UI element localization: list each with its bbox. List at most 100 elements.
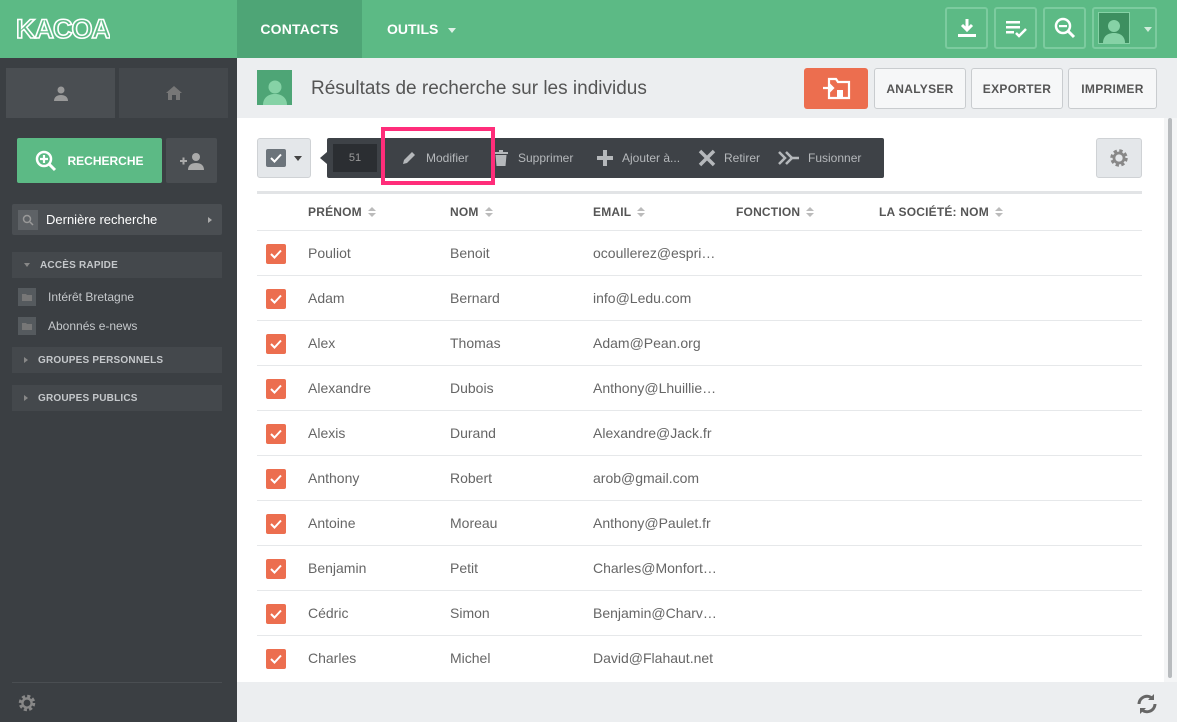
row-checkbox[interactable] bbox=[266, 244, 286, 264]
derniere-recherche[interactable]: Dernière recherche bbox=[12, 204, 222, 235]
cell-prenom: Benjamin bbox=[308, 560, 367, 576]
table-row[interactable]: Alexandre Dubois Anthony@Lhuillier.fr bbox=[257, 365, 1142, 410]
column-header-label: FONCTION bbox=[736, 205, 801, 219]
row-checkbox[interactable] bbox=[266, 379, 286, 399]
move-to-folder-button[interactable] bbox=[804, 68, 868, 109]
checkmark-icon bbox=[270, 519, 282, 529]
nav-contacts[interactable]: CONTACTS bbox=[237, 0, 362, 58]
table-row[interactable]: Alex Thomas Adam@Pean.org bbox=[257, 320, 1142, 365]
cell-nom: Dubois bbox=[450, 380, 494, 396]
cell-email: Benjamin@Charvet.fr bbox=[593, 605, 717, 621]
sort-icon bbox=[637, 207, 646, 217]
cell-prenom: Alex bbox=[308, 335, 336, 351]
chevron-down-icon bbox=[294, 155, 302, 161]
close-icon bbox=[698, 149, 716, 167]
row-checkbox[interactable] bbox=[266, 604, 286, 624]
gear-icon[interactable] bbox=[16, 692, 38, 714]
home-icon bbox=[165, 86, 182, 100]
sort-icon bbox=[806, 207, 815, 217]
checkmark-icon bbox=[270, 339, 282, 349]
column-header-label: PRÉNOM bbox=[308, 205, 362, 219]
row-checkbox[interactable] bbox=[266, 514, 286, 534]
imprimer-button[interactable]: IMPRIMER bbox=[1068, 68, 1157, 109]
column-header-nom[interactable]: NOM bbox=[450, 205, 493, 219]
supprimer-label: Supprimer bbox=[518, 151, 574, 165]
merge-icon bbox=[778, 151, 799, 165]
user-menu-button[interactable] bbox=[1092, 7, 1157, 49]
column-header-societe[interactable]: LA SOCIÉTÉ: NOM bbox=[879, 205, 1003, 219]
row-checkbox[interactable] bbox=[266, 424, 286, 444]
row-checkbox[interactable] bbox=[266, 559, 286, 579]
scrollbar-thumb[interactable] bbox=[1168, 118, 1172, 678]
cell-nom: Durand bbox=[450, 425, 496, 441]
section-groupes-publics[interactable]: GROUPES PUBLICS bbox=[12, 385, 222, 411]
ajouter-action[interactable]: Ajouter à... bbox=[596, 138, 680, 178]
table-row[interactable]: Antoine Moreau Anthony@Paulet.fr bbox=[257, 500, 1142, 545]
recherche-button[interactable]: RECHERCHE bbox=[17, 138, 162, 183]
sort-icon bbox=[484, 207, 493, 217]
fusionner-action[interactable]: Fusionner bbox=[778, 138, 861, 178]
logo-text: KACOA bbox=[16, 14, 110, 42]
chevron-right-icon bbox=[208, 217, 212, 223]
table-row[interactable]: Pouliot Benoit ocoullerez@esprit.org bbox=[257, 230, 1142, 275]
cell-prenom: Alexandre bbox=[308, 380, 372, 396]
cell-prenom: Alexis bbox=[308, 425, 346, 441]
checkmark-icon bbox=[270, 654, 282, 664]
select-all-dropdown[interactable] bbox=[257, 138, 311, 178]
zoom-search-button[interactable] bbox=[1043, 7, 1086, 49]
section-groupes-personnels[interactable]: GROUPES PERSONNELS bbox=[12, 347, 222, 373]
analyser-button[interactable]: ANALYSER bbox=[874, 68, 966, 109]
table-row[interactable]: Charles Michel David@Flahaut.net bbox=[257, 635, 1142, 680]
table-row[interactable]: Benjamin Petit Charles@Monfort.com bbox=[257, 545, 1142, 590]
cell-nom: Thomas bbox=[450, 335, 501, 351]
sidebar: RECHERCHE Dernière recherche ACCÈS RAPID… bbox=[0, 58, 237, 722]
exporter-button[interactable]: EXPORTER bbox=[971, 68, 1063, 109]
row-checkbox[interactable] bbox=[266, 334, 286, 354]
supprimer-action[interactable]: Supprimer bbox=[492, 138, 573, 178]
folder-icon bbox=[18, 317, 36, 335]
add-person-button[interactable] bbox=[166, 138, 217, 183]
cell-email: arob@gmail.com bbox=[593, 470, 700, 486]
nav-outils[interactable]: OUTILS bbox=[387, 0, 457, 58]
section-groupes-personnels-label: GROUPES PERSONNELS bbox=[38, 354, 164, 366]
table-settings-button[interactable] bbox=[1096, 138, 1142, 178]
tab-organisations[interactable] bbox=[119, 68, 228, 118]
column-header-label: EMAIL bbox=[593, 205, 632, 219]
checkmark-icon bbox=[270, 429, 282, 439]
table-row[interactable]: Anthony Robert arob@gmail.com bbox=[257, 455, 1142, 500]
refresh-icon[interactable] bbox=[1135, 692, 1159, 716]
derniere-recherche-label: Dernière recherche bbox=[46, 212, 158, 227]
row-checkbox[interactable] bbox=[266, 649, 286, 669]
add-person-icon bbox=[179, 152, 204, 170]
table-header-divider bbox=[257, 191, 1142, 194]
cell-prenom: Charles bbox=[308, 650, 357, 666]
row-checkbox[interactable] bbox=[266, 289, 286, 309]
cell-nom: Moreau bbox=[450, 515, 498, 531]
column-header-prenom[interactable]: PRÉNOM bbox=[308, 205, 376, 219]
tab-individuals[interactable] bbox=[6, 68, 115, 118]
cell-email: Anthony@Lhuillier.fr bbox=[593, 380, 717, 396]
quick-item-label: Abonnés e-news bbox=[48, 319, 138, 333]
quick-item-interet-bretagne[interactable]: Intérêt Bretagne bbox=[18, 287, 134, 307]
table-row[interactable]: Adam Bernard info@Ledu.com bbox=[257, 275, 1142, 320]
chevron-right-icon bbox=[24, 357, 28, 363]
quick-item-abonnes-enews[interactable]: Abonnés e-news bbox=[18, 316, 137, 336]
search-plus-icon bbox=[36, 150, 57, 171]
kacoa-logo[interactable]: KACOA bbox=[16, 14, 110, 42]
section-groupes-publics-label: GROUPES PUBLICS bbox=[38, 392, 138, 404]
row-checkbox[interactable] bbox=[266, 469, 286, 489]
table-row[interactable]: Cédric Simon Benjamin@Charvet.fr bbox=[257, 590, 1142, 635]
cell-nom: Robert bbox=[450, 470, 493, 486]
section-acces-rapide[interactable]: ACCÈS RAPIDE bbox=[12, 252, 222, 278]
retirer-action[interactable]: Retirer bbox=[698, 138, 760, 178]
cell-nom: Benoit bbox=[450, 245, 490, 261]
table-row[interactable]: Alexis Durand Alexandre@Jack.fr bbox=[257, 410, 1142, 455]
column-header-email[interactable]: EMAIL bbox=[593, 205, 646, 219]
download-button[interactable] bbox=[945, 7, 988, 49]
ajouter-label: Ajouter à... bbox=[622, 151, 681, 165]
column-header-label: LA SOCIÉTÉ: NOM bbox=[879, 205, 989, 219]
fusionner-label: Fusionner bbox=[808, 151, 862, 165]
checklist-button[interactable] bbox=[994, 7, 1037, 49]
cell-email: Charles@Monfort.com bbox=[593, 560, 717, 576]
column-header-fonction[interactable]: FONCTION bbox=[736, 205, 815, 219]
